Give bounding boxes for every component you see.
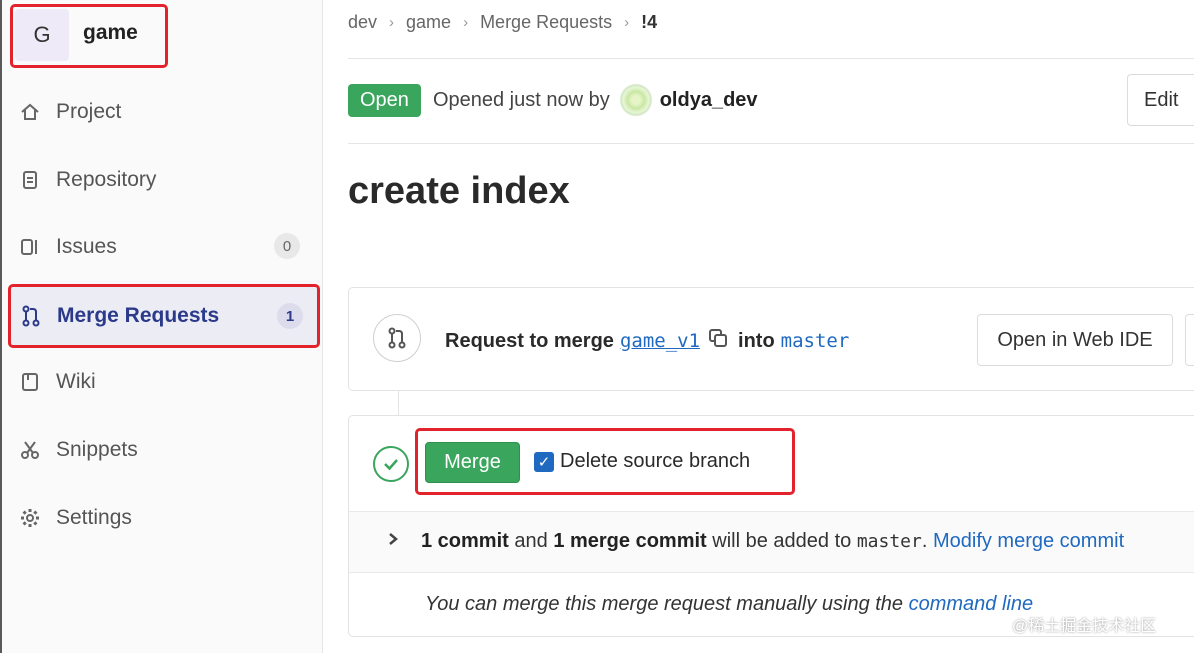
divider <box>348 143 1194 144</box>
delete-source-branch-option[interactable]: ✓ Delete source branch <box>534 450 750 473</box>
sidebar-item-label: Wiki <box>56 370 96 393</box>
project-name: game <box>83 21 138 44</box>
sidebar-item-label: Merge Requests <box>57 304 220 327</box>
request-prefix: Request to merge <box>445 329 614 352</box>
merge-request-icon <box>373 314 421 362</box>
edit-button[interactable]: Edit <box>1127 74 1194 126</box>
home-icon <box>18 100 42 124</box>
breadcrumb-game[interactable]: game <box>406 12 451 33</box>
chevron-right-icon[interactable] <box>387 532 399 551</box>
merge-button[interactable]: Merge <box>425 442 520 483</box>
will-be-added-text: will be added to <box>712 530 852 552</box>
commit-count: 1 commit <box>421 530 509 552</box>
sidebar: G game Project Repository Issues 0 Merge… <box>0 0 323 653</box>
doc-icon <box>18 168 42 192</box>
sidebar-item-label: Snippets <box>56 438 138 461</box>
issues-count-badge: 0 <box>274 233 300 259</box>
status-badge: Open <box>348 83 421 117</box>
delete-source-branch-label: Delete source branch <box>560 450 751 472</box>
project-header[interactable]: G game <box>10 4 168 68</box>
sidebar-item-snippets[interactable]: Snippets <box>10 422 316 478</box>
book-icon <box>18 370 42 394</box>
merge-request-info-card: Request to merge game_v1 into master Ope… <box>348 287 1194 391</box>
into-label: into <box>738 329 775 352</box>
divider <box>348 58 1194 59</box>
connector-line <box>398 391 399 415</box>
project-avatar: G <box>15 9 69 61</box>
commit-summary-text: 1 commit and 1 merge commit will be adde… <box>421 530 1125 552</box>
merge-requests-count-badge: 1 <box>277 303 303 329</box>
commit-target-branch: master <box>856 531 922 552</box>
modify-merge-commit-link[interactable]: Modify merge commit <box>933 530 1124 552</box>
opened-text: Opened just now by <box>432 88 610 111</box>
commit-summary-row: 1 commit and 1 merge commit will be adde… <box>349 511 1194 573</box>
sidebar-item-project[interactable]: Project <box>10 84 316 140</box>
sidebar-item-issues[interactable]: Issues 0 <box>10 219 316 275</box>
sidebar-item-label: Issues <box>56 235 117 258</box>
breadcrumb-dev[interactable]: dev <box>348 12 377 33</box>
source-branch-link[interactable]: game_v1 <box>620 330 700 352</box>
issues-icon <box>18 235 42 259</box>
target-branch[interactable]: master <box>781 330 850 352</box>
request-to-merge-line: Request to merge game_v1 into master <box>445 328 849 354</box>
author-avatar[interactable] <box>619 84 652 116</box>
scissors-icon <box>18 438 42 462</box>
chevron-right-icon: › <box>389 14 395 31</box>
chevron-right-icon: › <box>463 14 469 31</box>
breadcrumb-mr-id[interactable]: !4 <box>641 12 657 33</box>
breadcrumb: dev › game › Merge Requests › !4 <box>348 12 657 33</box>
copy-icon[interactable] <box>708 328 728 354</box>
merge-widget: Merge ✓ Delete source branch 1 commit an… <box>348 415 1194 637</box>
checkbox-checked-icon[interactable]: ✓ <box>534 451 554 472</box>
page-title: create index <box>348 170 570 212</box>
sidebar-item-label: Project <box>56 100 122 123</box>
and-text: and <box>514 530 548 552</box>
chevron-right-icon: › <box>624 14 630 31</box>
breadcrumb-merge-requests[interactable]: Merge Requests <box>480 12 612 33</box>
more-actions-button[interactable] <box>1185 314 1194 366</box>
sidebar-item-label: Repository <box>56 168 157 191</box>
watermark: @稀土掘金技术社区 <box>1012 618 1157 635</box>
sidebar-item-repository[interactable]: Repository <box>10 152 316 208</box>
check-circle-icon <box>373 446 409 482</box>
open-web-ide-button[interactable]: Open in Web IDE <box>977 314 1173 366</box>
merge-commit-count: 1 merge commit <box>553 530 707 552</box>
mr-status-row: Open Opened just now by oldya_dev <box>348 82 758 118</box>
manual-merge-hint: You can merge this merge request manuall… <box>425 593 1033 616</box>
sidebar-item-wiki[interactable]: Wiki <box>10 354 316 410</box>
author-name[interactable]: oldya_dev <box>660 89 758 112</box>
manual-merge-text: You can merge this merge request manuall… <box>425 593 904 615</box>
sidebar-item-settings[interactable]: Settings <box>10 490 316 546</box>
sidebar-item-label: Settings <box>56 506 132 529</box>
gear-icon <box>18 506 42 530</box>
merge-request-icon <box>19 304 43 328</box>
sidebar-item-merge-requests[interactable]: Merge Requests 1 <box>8 284 320 348</box>
